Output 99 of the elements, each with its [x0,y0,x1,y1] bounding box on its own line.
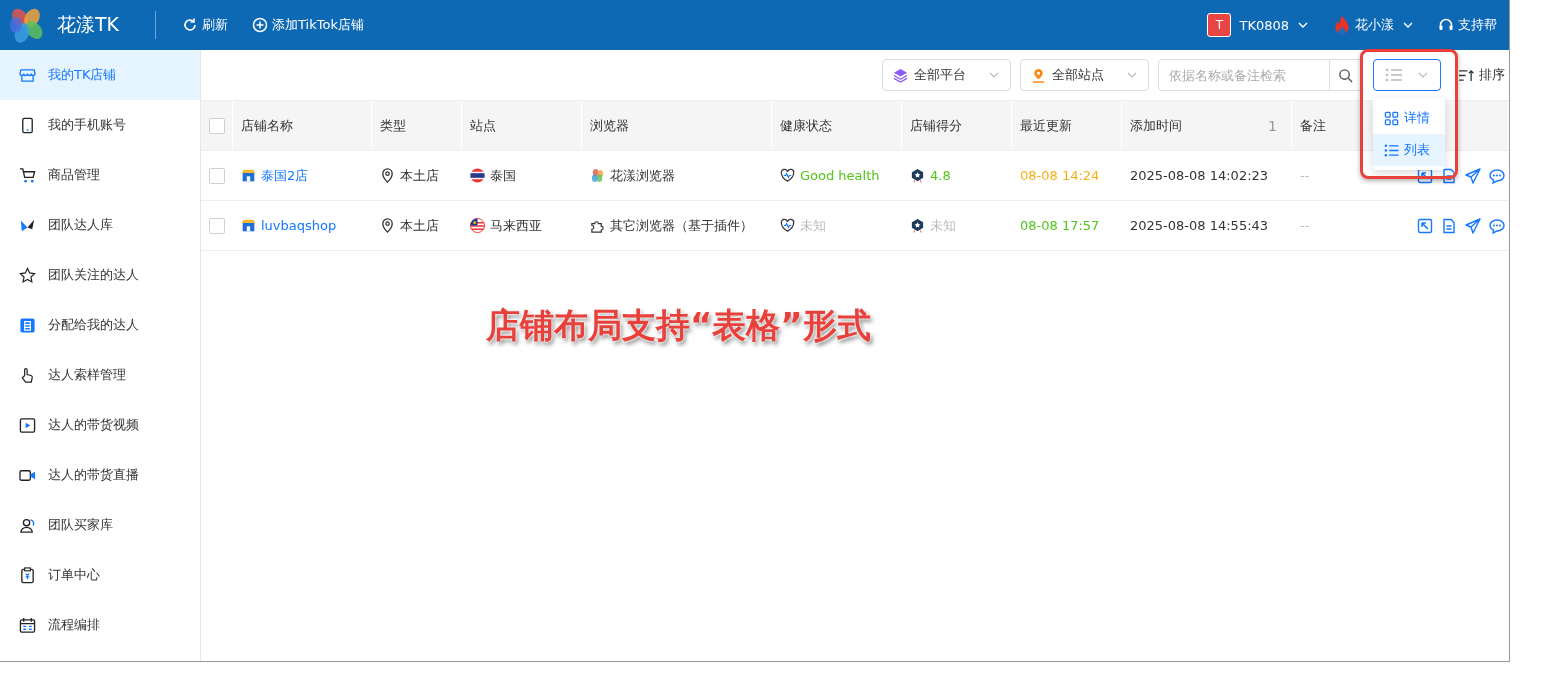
document-icon [19,316,36,334]
heart-pulse-icon [780,168,795,183]
column-header: 站点 [470,116,496,135]
shop-icon [241,218,256,233]
view-mode-option[interactable]: 列表 [1373,134,1445,166]
refresh-button[interactable]: 刷新 [170,0,241,50]
chat-icon[interactable] [1489,217,1505,234]
column-header: 健康状态 [780,116,832,135]
last-updated-time: 08-08 14:24 [1020,168,1100,183]
plus-circle-icon [252,17,269,33]
send-icon[interactable] [1465,167,1481,184]
added-time: 2025-08-08 14:55:43 [1130,218,1269,233]
location-pin-icon [1031,67,1046,83]
location-pin-icon [380,218,395,233]
health-status: 未知 [800,216,826,235]
phone-icon [19,116,36,134]
layers-icon [893,67,908,83]
sort-button[interactable]: 排序 [1450,66,1509,84]
sidebar-item[interactable]: 分配给我的达人 [0,300,200,350]
heart-pulse-icon [780,218,795,233]
browser-name: 其它浏览器（基于插件） [610,216,753,235]
sidebar-item[interactable]: 团队达人库 [0,200,200,250]
send-icon[interactable] [1465,217,1481,234]
sidebar-item[interactable]: 团队买家库 [0,500,200,550]
site-name: 马来西亚 [490,216,542,235]
column-header: 添加时间 [1130,116,1182,135]
search-button[interactable] [1330,59,1362,91]
note-text: -- [1300,168,1310,183]
health-status: Good health [800,168,880,183]
document-icon[interactable] [1441,167,1457,184]
clipboard-icon [19,566,36,584]
shop-type: 本土店 [400,216,439,235]
select-all-checkbox[interactable] [209,117,225,134]
puzzle-icon [590,218,605,233]
column-header: 最近更新 [1020,116,1072,135]
column-header: 浏览器 [590,116,629,135]
column-header: 备注 [1300,116,1326,135]
shop-score: 4.8 [930,168,951,183]
sidebar-item[interactable]: 团队关注的达人 [0,250,200,300]
app-name: 花漾TK [57,12,120,37]
shop-name-link[interactable]: luvbaqshop [261,218,337,233]
headset-icon [1438,17,1454,33]
row-checkbox[interactable] [209,217,225,234]
note-text: -- [1300,218,1310,233]
column-header: 类型 [380,116,406,135]
browser-name: 花漾浏览器 [610,166,675,185]
document-icon[interactable] [1441,217,1457,234]
hand-pointer-icon [19,366,36,384]
medal-icon [910,168,925,183]
column-header: 店铺得分 [910,116,962,135]
flower-icon [590,168,605,183]
cart-icon [19,166,36,184]
shop-icon [241,168,256,183]
grid-icon [1384,110,1399,126]
shop-type: 本土店 [400,166,439,185]
user-dropdown[interactable]: 花小漾 [1321,0,1426,50]
sidebar-item[interactable]: 达人索样管理 [0,350,200,400]
flame-icon [1333,14,1351,36]
column-header: 店铺名称 [241,116,293,135]
calendar-icon [19,616,36,634]
list-icon [1385,68,1403,82]
store-icon [19,66,36,84]
refresh-icon [182,17,199,33]
account-dropdown[interactable]: T TK0808 [1195,0,1321,50]
search-icon [1338,67,1353,83]
row-checkbox[interactable] [209,167,225,184]
chat-icon[interactable] [1489,167,1505,184]
arrow-box-icon[interactable] [1417,217,1433,234]
platform-select[interactable]: 全部平台 [882,59,1011,91]
flag-icon [470,168,485,183]
added-time: 2025-08-08 14:02:23 [1130,168,1269,183]
flag-icon [470,218,485,233]
sidebar-item[interactable]: 我的手机账号 [0,100,200,150]
search-field[interactable]: 依据名称或备注检索 [1158,59,1330,91]
shop-name-link[interactable]: 泰国2店 [261,166,309,185]
sort-icon [1458,68,1475,82]
star-icon [19,266,36,284]
support-button[interactable]: 支持帮 [1426,0,1509,50]
sidebar-item[interactable]: 达人的带货视频 [0,400,200,450]
medal-icon [910,218,925,233]
sidebar-item[interactable]: 达人的带货直播 [0,450,200,500]
sort-order-number: 1 [1268,117,1277,134]
site-select[interactable]: 全部站点 [1020,59,1149,91]
add-store-button[interactable]: 添加TikTok店铺 [240,0,376,50]
play-icon [19,416,36,434]
site-name: 泰国 [490,166,516,185]
user-icon [19,516,36,534]
sidebar-item[interactable]: 我的TK店铺 [0,50,200,100]
location-pin-icon [380,168,395,183]
arrow-box-icon[interactable] [1417,167,1433,184]
list-icon [1384,142,1399,158]
sidebar-item[interactable]: 订单中心 [0,550,200,600]
shop-score: 未知 [930,216,956,235]
sidebar-item[interactable]: 商品管理 [0,150,200,200]
view-mode-select[interactable] [1373,59,1441,91]
sidebar-item[interactable]: 流程编排 [0,600,200,650]
annotation-caption: 店铺布局支持“表格”形式 [486,305,871,345]
last-updated-time: 08-08 17:57 [1020,218,1100,233]
view-mode-option[interactable]: 详情 [1373,102,1445,134]
